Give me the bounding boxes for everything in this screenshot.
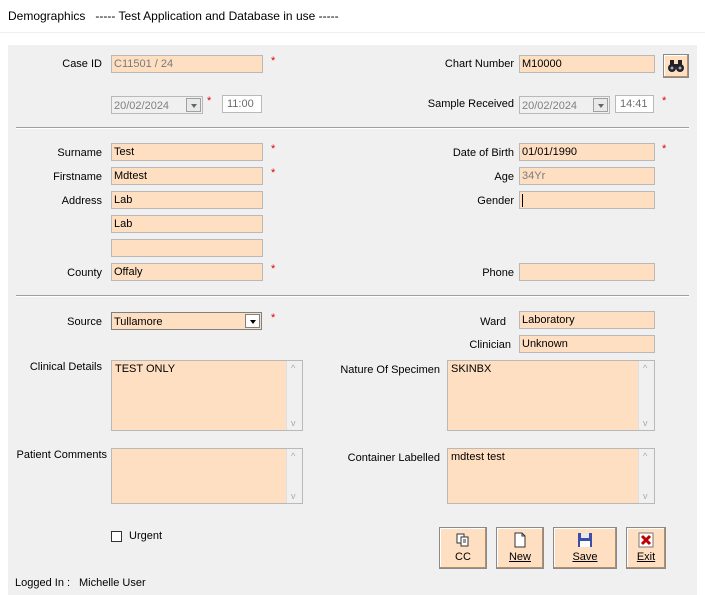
save-disk-icon [578,533,592,547]
sample-received-label: Sample Received [427,98,514,110]
window-title-text: Demographics [8,9,86,23]
save-button[interactable]: Save [553,527,617,569]
scrollbar[interactable]: ^ v [286,361,302,430]
patient-comments-label: Patient Comments [16,449,107,461]
exit-button-text: Exit [636,551,656,563]
copy-icon [456,533,469,547]
text-cursor [522,193,523,207]
urgent-label: Urgent [129,530,163,542]
exit-button[interactable]: Exit [626,527,666,569]
age-label: Age [494,171,514,183]
sample-received-date-value: 20/02/2024 [522,100,578,112]
ward-field[interactable]: Laboratory [519,311,655,329]
chart-number-field[interactable]: M10000 [519,55,655,73]
case-id-label: Case ID [62,58,102,70]
scroll-up-icon[interactable]: ^ [291,364,299,373]
save-button-text: Save [572,551,598,563]
cc-button-label: CC [455,551,471,563]
required-marker: * [662,143,667,155]
clinical-details-label: Clinical Details [29,361,102,373]
address-line2-field[interactable]: Lab [111,215,263,233]
age-field[interactable]: 34Yr [519,167,655,185]
demographics-panel: Case ID C11501 / 24 * Chart Number M1000… [8,45,697,595]
county-field[interactable]: Offaly [111,263,263,281]
scroll-down-icon[interactable]: v [291,419,299,428]
required-marker: * [271,143,276,155]
nature-of-specimen-label: Nature Of Specimen [340,364,440,376]
required-marker: * [271,167,276,179]
clinician-label: Clinician [469,339,511,351]
find-button[interactable] [663,54,689,78]
required-marker: * [207,95,212,107]
cc-button[interactable]: CC [439,527,487,569]
urgent-checkbox[interactable] [111,531,122,542]
scroll-down-icon[interactable]: v [643,492,651,501]
divider [16,127,689,129]
required-marker: * [271,55,276,67]
scroll-up-icon[interactable]: ^ [291,452,299,461]
scroll-down-icon[interactable]: v [643,419,651,428]
divider [16,295,689,297]
sample-received-time-field[interactable]: 14:41 [615,95,654,113]
source-combo[interactable]: Tullamore [111,312,262,330]
sample-received-date-combo[interactable]: 20/02/2024 [519,96,610,114]
clinician-field[interactable]: Unknown [519,335,655,353]
patient-comments-field[interactable]: ^ v [111,448,303,504]
phone-label: Phone [482,267,514,279]
container-labelled-text: mdtest test [451,451,505,463]
binoculars-icon [668,60,684,72]
case-date-combo[interactable]: 20/02/2024 [111,96,203,114]
firstname-field[interactable]: Mdtest [111,167,263,185]
required-marker: * [271,263,276,275]
logged-in-user: Michelle User [79,577,146,589]
save-button-label: Save [554,551,616,563]
gender-field[interactable] [519,191,655,209]
county-label: County [67,267,102,279]
phone-field[interactable] [519,263,655,281]
ward-label: Ward [480,316,506,328]
surname-field[interactable]: Test [111,143,263,161]
case-time-field[interactable]: 11:00 [222,95,262,113]
new-button-text: New [508,551,531,563]
source-label: Source [67,316,102,328]
new-button[interactable]: New [496,527,544,569]
container-labelled-field[interactable]: mdtest test ^ v [447,448,655,504]
new-button-label: New [497,551,543,563]
chart-number-label: Chart Number [444,58,514,70]
scrollbar[interactable]: ^ v [638,361,654,430]
surname-label: Surname [57,147,102,159]
scroll-up-icon[interactable]: ^ [643,364,651,373]
new-document-icon [514,532,526,548]
exit-x-icon [638,532,654,548]
chevron-down-icon[interactable] [593,98,608,112]
clinical-details-text: TEST ONLY [115,363,176,375]
container-labelled-label: Container Labelled [347,452,440,464]
required-marker: * [662,95,667,107]
case-id-field[interactable]: C11501 / 24 [111,55,263,73]
dob-label: Date of Birth [452,147,514,159]
scrollbar[interactable]: ^ v [286,449,302,503]
scroll-down-icon[interactable]: v [291,492,299,501]
window-subtitle: ----- Test Application and Database in u… [95,9,339,23]
chevron-down-icon[interactable] [245,314,260,328]
firstname-label: Firstname [53,171,102,183]
window-title: Demographics ----- Test Application and … [8,9,339,23]
scrollbar[interactable]: ^ v [638,449,654,503]
gender-label: Gender [477,195,514,207]
scroll-up-icon[interactable]: ^ [643,452,651,461]
address-line1-field[interactable]: Lab [111,191,263,209]
nature-of-specimen-text: SKINBX [451,363,492,375]
case-date-value: 20/02/2024 [114,100,170,112]
clinical-details-field[interactable]: TEST ONLY ^ v [111,360,303,431]
logged-in-label: Logged In : [15,577,71,589]
nature-of-specimen-field[interactable]: SKINBX ^ v [447,360,655,431]
title-bar: Demographics ----- Test Application and … [0,0,705,33]
exit-button-label: Exit [627,551,665,563]
source-value: Tullamore [114,316,163,328]
required-marker: * [271,312,276,324]
address-line3-field[interactable] [111,239,263,257]
address-label: Address [61,195,102,207]
chevron-down-icon[interactable] [186,98,201,112]
dob-field[interactable]: 01/01/1990 [519,143,655,161]
